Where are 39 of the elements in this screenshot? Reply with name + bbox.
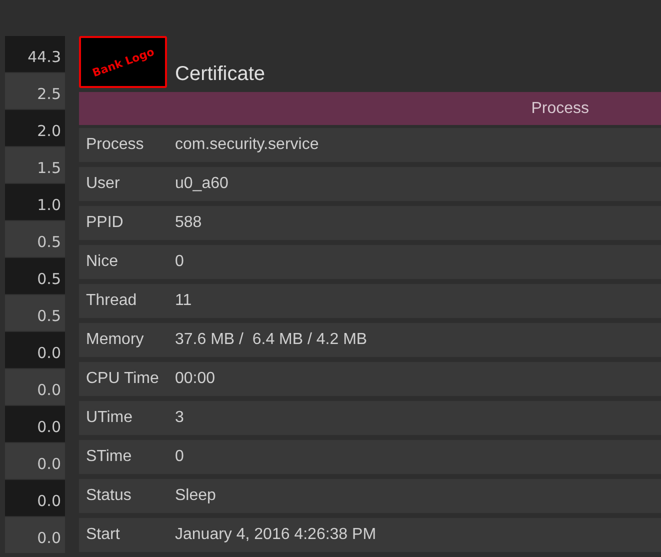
detail-value: com.security.service	[175, 136, 319, 154]
detail-label: User	[86, 175, 121, 193]
value-cell: 0.0	[5, 332, 65, 368]
value-cell: 0.0	[5, 443, 65, 479]
value-cell: 0.0	[5, 480, 65, 516]
value-cell: 0.5	[5, 221, 65, 257]
detail-label: PPID	[86, 214, 124, 232]
detail-label: Thread	[86, 292, 138, 310]
detail-value: 00:00	[175, 370, 216, 388]
value-cell: 44.3	[5, 36, 65, 72]
value-cell: 0.0	[5, 406, 65, 442]
value-cell: 0.0	[5, 517, 65, 553]
value-cell: 1.5	[5, 147, 65, 183]
detail-label: Nice	[86, 253, 120, 271]
value-cell: 0.5	[5, 295, 65, 331]
detail-label: Status	[86, 487, 132, 505]
detail-label: STime	[86, 448, 133, 466]
page-title: Certificate	[175, 63, 266, 87]
detail-label: UTime	[86, 409, 134, 427]
detail-value: 0	[175, 253, 184, 271]
detail-label: Start	[86, 526, 121, 544]
section-header: Process	[79, 92, 661, 125]
logo-text: Bank Logo	[90, 44, 156, 80]
value-cell: 1.0	[5, 184, 65, 220]
detail-label: Memory	[86, 331, 145, 349]
detail-value: 3	[175, 409, 184, 427]
detail-value: 588	[175, 214, 202, 232]
detail-label: Process	[86, 136, 145, 154]
detail-label: CPU Time	[86, 370, 160, 388]
detail-value: 0	[175, 448, 184, 466]
detail-value: January 4, 2016 4:26:38 PM	[175, 526, 376, 544]
value-cell: 0.5	[5, 258, 65, 294]
detail-value: Sleep	[175, 487, 216, 505]
value-cell: 2.0	[5, 110, 65, 146]
detail-value: 11	[175, 292, 192, 310]
value-cell: 2.5	[5, 73, 65, 109]
detail-value: 37.6 MB / 6.4 MB / 4.2 MB	[175, 331, 368, 349]
detail-value: u0_a60	[175, 175, 228, 193]
value-cell: 0.0	[5, 369, 65, 405]
